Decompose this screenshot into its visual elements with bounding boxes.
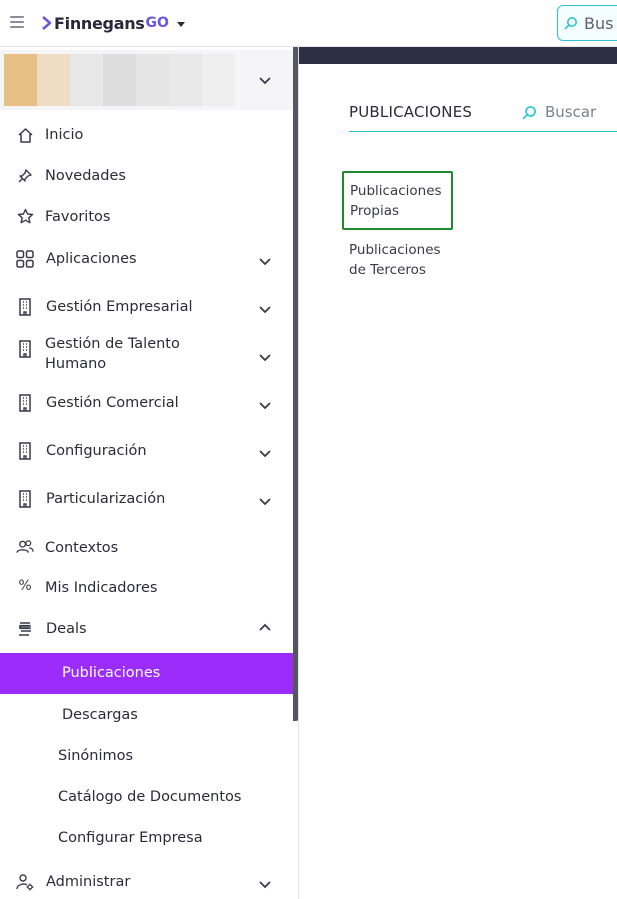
sidebar-item-label: Catálogo de Documentos: [58, 789, 242, 805]
sidebar-item-label: Gestión de Talento Humano: [45, 336, 180, 372]
title-underline: [349, 131, 617, 132]
sidebar-item-aplicaciones[interactable]: Aplicaciones: [0, 246, 293, 272]
sidebar-item-label: Configuración: [46, 443, 147, 459]
sidebar: Inicio Novedades Favoritos Aplicaciones …: [0, 47, 293, 899]
sidebar-item-catalogo-documentos[interactable]: Catálogo de Documentos: [0, 785, 293, 809]
card-publicaciones-terceros[interactable]: Publicaciones de Terceros: [349, 240, 453, 284]
building-icon: [16, 394, 34, 412]
sidebar-item-label: Contextos: [45, 540, 119, 556]
logo-text: Finnegans: [54, 13, 145, 33]
sidebar-item-label: Aplicaciones: [46, 251, 137, 267]
building-icon: [16, 490, 34, 508]
sidebar-item-label: Descargas: [62, 707, 138, 723]
chevron-down-icon[interactable]: [259, 354, 271, 362]
context-swatch: [202, 54, 235, 106]
chevron-down-icon[interactable]: [259, 881, 271, 889]
sidebar-item-label: Deals: [46, 621, 87, 637]
global-search-text: Bus: [584, 13, 614, 33]
sidebar-item-label: Gestión Empresarial: [46, 299, 193, 315]
context-swatch: [169, 54, 202, 106]
sidebar-item-administrar[interactable]: Administrar: [0, 869, 293, 895]
sidebar-item-label: Sinónimos: [58, 748, 134, 764]
chevron-down-icon[interactable]: [259, 306, 271, 314]
sidebar-item-gestion-empresarial[interactable]: Gestión Empresarial: [0, 294, 293, 320]
caret-down-icon[interactable]: [176, 21, 185, 28]
search-icon: [522, 105, 536, 119]
grid-icon: [16, 250, 34, 268]
content-top-bar: [299, 47, 617, 64]
home-icon: [16, 126, 34, 144]
sidebar-divider: [298, 47, 299, 899]
chevron-down-icon[interactable]: [259, 498, 271, 506]
chevron-down-icon[interactable]: [259, 450, 271, 458]
star-icon: [16, 207, 34, 225]
sidebar-item-label: Inicio: [45, 127, 84, 143]
sidebar-item-configurar-empresa[interactable]: Configurar Empresa: [0, 826, 293, 850]
context-selector[interactable]: [0, 50, 293, 110]
sidebar-item-descargas[interactable]: Descargas: [0, 703, 293, 727]
sidebar-item-particularizacion[interactable]: Particularización: [0, 486, 293, 512]
chevron-down-icon[interactable]: [259, 77, 271, 85]
sidebar-item-label: Administrar: [46, 874, 131, 890]
sidebar-item-publicaciones[interactable]: Publicaciones: [0, 653, 293, 694]
stack-icon: [16, 620, 34, 638]
sidebar-item-deals[interactable]: Deals: [0, 616, 293, 642]
sidebar-item-label: Configurar Empresa: [58, 830, 203, 846]
sidebar-item-novedades[interactable]: Novedades: [0, 164, 293, 188]
sidebar-item-label: Favoritos: [45, 209, 111, 225]
chevron-up-icon[interactable]: [259, 623, 271, 631]
sidebar-item-gestion-talento-humano[interactable]: Gestión de Talento Humano: [0, 334, 293, 376]
chevron-down-icon[interactable]: [259, 258, 271, 266]
context-swatches: [4, 54, 235, 106]
building-icon: [16, 442, 34, 460]
user-gear-icon: [16, 873, 34, 891]
card-publicaciones-propias[interactable]: Publicaciones Propias: [342, 171, 453, 230]
page-title: PUBLICACIONES: [349, 103, 473, 121]
card-label: Publicaciones Propias: [350, 183, 442, 219]
sidebar-item-label: Publicaciones: [62, 665, 161, 681]
search-icon: [564, 17, 577, 30]
search-placeholder: Buscar: [545, 103, 597, 121]
sidebar-item-label: Novedades: [45, 168, 126, 184]
logo-suffix: GO: [145, 15, 169, 31]
global-search-input[interactable]: Bus: [557, 5, 617, 41]
pin-icon: [16, 167, 34, 185]
sidebar-item-contextos[interactable]: Contextos: [0, 536, 293, 560]
context-swatch: [103, 54, 136, 106]
hamburger-icon[interactable]: [10, 16, 24, 28]
context-swatch: [136, 54, 169, 106]
sidebar-item-favoritos[interactable]: Favoritos: [0, 205, 293, 229]
sidebar-item-configuracion[interactable]: Configuración: [0, 438, 293, 464]
top-header: Finnegans GO Bus: [0, 0, 617, 47]
app-logo[interactable]: Finnegans GO: [42, 10, 185, 36]
card-label: Publicaciones de Terceros: [349, 242, 441, 278]
sidebar-item-label: Particularización: [46, 491, 166, 507]
sidebar-item-sinonimos[interactable]: Sinónimos: [0, 744, 293, 768]
sidebar-item-label: Gestión Comercial: [46, 395, 179, 411]
sidebar-item-gestion-comercial[interactable]: Gestión Comercial: [0, 390, 293, 416]
publicaciones-search-input[interactable]: Buscar: [522, 103, 596, 121]
building-icon: [16, 298, 34, 316]
building-icon: [16, 340, 34, 358]
context-swatch: [4, 54, 37, 106]
logo-chevron-icon: [42, 16, 52, 30]
percent-icon: %: [18, 578, 32, 594]
sidebar-item-mis-indicadores[interactable]: % Mis Indicadores: [0, 576, 293, 600]
users-icon: [16, 538, 34, 556]
sidebar-item-label: Mis Indicadores: [45, 580, 158, 596]
context-swatch: [37, 54, 70, 106]
context-swatch: [70, 54, 103, 106]
sidebar-item-inicio[interactable]: Inicio: [0, 123, 293, 147]
chevron-down-icon[interactable]: [259, 402, 271, 410]
